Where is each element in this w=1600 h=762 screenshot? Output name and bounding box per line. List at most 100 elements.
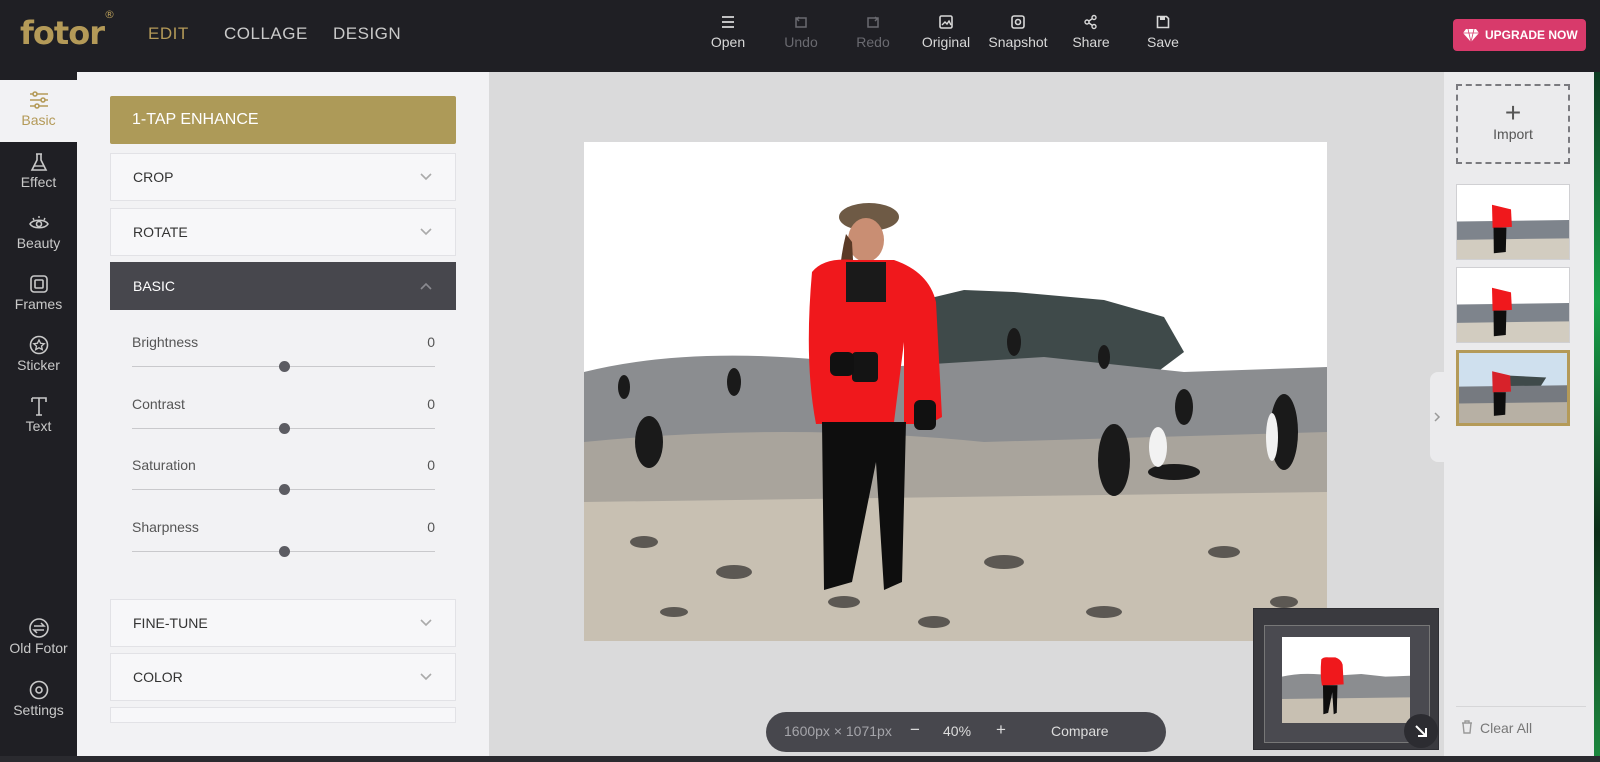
contrast-slider[interactable]: Contrast 0 [132,396,435,446]
import-label: Import [1493,126,1533,142]
share-icon [1084,14,1097,30]
slider-knob[interactable] [278,361,290,372]
sidebar-item-effect[interactable]: Effect [0,142,77,204]
navigator-preview[interactable] [1253,608,1439,750]
undo-button[interactable]: Undo [766,14,836,50]
save-button[interactable]: Save [1128,14,1198,50]
sidebar-item-frames[interactable]: Frames [0,264,77,326]
clear-all-button[interactable]: Clear All [1462,720,1533,736]
undo-label: Undo [784,34,818,50]
section-label: BASIC [133,278,176,294]
diamond-icon [1463,28,1479,42]
redo-icon [867,16,879,28]
tab-collage[interactable]: COLLAGE [224,24,308,44]
slider-knob[interactable] [278,484,290,495]
redo-label: Redo [856,34,890,50]
sidebar-item-label: Beauty [16,235,61,251]
brightness-slider[interactable]: Brightness 0 [132,334,435,384]
open-button[interactable]: Open [693,14,763,50]
sidebar-item-text[interactable]: Text [0,386,77,448]
slider-label: Saturation [132,457,196,473]
sidebar-item-label: Old Fotor [9,640,68,656]
snapshot-label: Snapshot [988,34,1048,50]
sidebar-item-label: Sticker [17,357,60,373]
slider-knob[interactable] [278,546,290,557]
upgrade-label: UPGRADE NOW [1485,28,1578,42]
zoom-out-button[interactable]: − [910,720,920,740]
chevron-up-icon [420,282,432,290]
chevron-down-icon [420,673,432,681]
saturation-slider[interactable]: Saturation 0 [132,457,435,507]
open-label: Open [710,34,746,50]
tab-design[interactable]: DESIGN [333,24,401,44]
thumbnail-photo [1457,185,1569,259]
history-thumbnail-selected[interactable] [1456,350,1570,426]
upgrade-button[interactable]: UPGRADE NOW [1453,19,1586,51]
edited-photo[interactable] [584,142,1327,641]
history-panel: + Import Clear All [1444,72,1600,762]
frame-icon [29,275,48,293]
mini-photo [1282,637,1410,723]
sidebar-item-label: Effect [20,174,57,190]
section-crop[interactable]: CROP [110,153,456,201]
menu-icon [722,16,734,28]
slider-knob[interactable] [278,423,290,434]
undo-icon [795,16,807,28]
chevron-down-icon [420,173,432,181]
adjust-panel: 1-TAP ENHANCE CROP ROTATE BASIC Brightne… [77,72,489,762]
switch-arrows-icon [28,618,49,638]
sidebar-item-old-fotor[interactable]: Old Fotor [0,608,77,670]
arrow-down-right-icon [1415,725,1427,737]
section-partial[interactable] [110,707,456,723]
sidebar-item-label: Basic [21,112,56,128]
collapse-history-tab[interactable] [1430,372,1444,462]
thumbnail-photo [1457,268,1569,342]
sidebar-item-label: Text [25,418,52,434]
slider-value: 0 [427,396,435,412]
clear-all-label: Clear All [1480,720,1533,736]
slider-label: Contrast [132,396,185,412]
sidebar-item-basic[interactable]: Basic [0,80,77,142]
top-bar: fotor® EDIT COLLAGE DESIGN Open Undo Red… [0,0,1600,72]
import-button[interactable]: + Import [1456,84,1570,164]
one-tap-enhance-button[interactable]: 1-TAP ENHANCE [110,96,456,144]
flask-icon [30,153,47,171]
divider [1456,706,1586,707]
section-label: ROTATE [133,224,188,240]
history-thumbnail[interactable] [1456,267,1570,343]
star-badge-icon [29,335,48,355]
photo-penguins-woman [584,142,1327,641]
left-toolbar: Basic Effect Beauty Frames Sticker Text … [0,80,77,762]
navigator-thumbnail [1282,637,1410,723]
background-edge [1594,72,1600,762]
section-basic[interactable]: BASIC [110,262,456,310]
section-label: COLOR [133,669,183,685]
bottom-strip [0,756,1600,762]
plus-icon: + [1504,97,1522,128]
snapshot-button[interactable]: Snapshot [983,14,1053,50]
fotor-logo[interactable]: fotor® [20,8,115,52]
original-button[interactable]: Original [911,14,981,50]
gear-icon [29,680,48,700]
redo-button[interactable]: Redo [838,14,908,50]
compare-button[interactable]: Compare [1051,723,1109,739]
image-icon [939,15,953,29]
section-rotate[interactable]: ROTATE [110,208,456,256]
history-thumbnail[interactable] [1456,184,1570,260]
section-label: CROP [133,169,174,185]
expand-navigator-button[interactable] [1404,714,1438,748]
slider-label: Sharpness [132,519,199,535]
tab-edit[interactable]: EDIT [148,24,189,44]
sidebar-item-settings[interactable]: Settings [0,670,77,732]
section-fine-tune[interactable]: FINE-TUNE [110,599,456,647]
thumbnail-photo [1459,353,1567,423]
original-label: Original [921,34,971,50]
trash-icon [1462,720,1472,734]
sharpness-slider[interactable]: Sharpness 0 [132,519,435,569]
section-color[interactable]: COLOR [110,653,456,701]
share-button[interactable]: Share [1056,14,1126,50]
sidebar-item-sticker[interactable]: Sticker [0,325,77,387]
sidebar-item-beauty[interactable]: Beauty [0,203,77,265]
zoom-in-button[interactable]: + [996,720,1006,740]
snapshot-icon [1011,15,1025,29]
